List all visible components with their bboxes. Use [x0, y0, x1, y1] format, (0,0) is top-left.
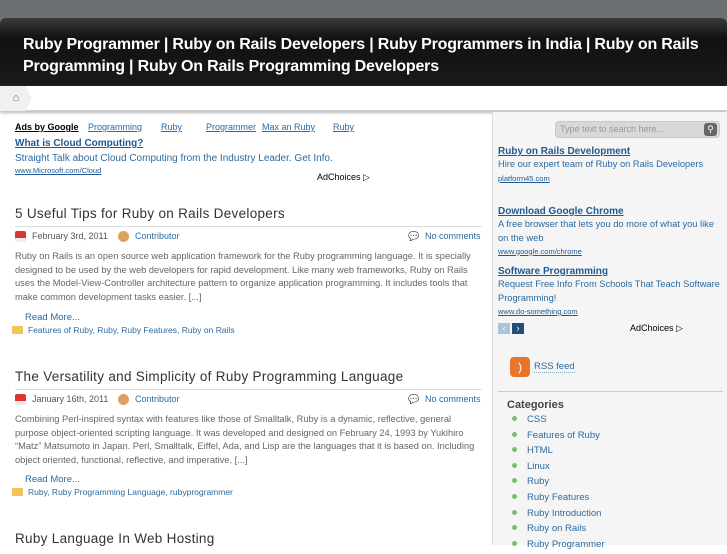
search-icon[interactable]: ⚲: [704, 123, 717, 136]
categories-list: CSS Features of Ruby HTML Linux Ruby Rub…: [512, 414, 605, 554]
ad-url[interactable]: www.google.com/chrome: [498, 247, 582, 256]
tag-links[interactable]: Features of Ruby, Ruby, Ruby Features, R…: [28, 325, 235, 335]
author-link[interactable]: Contributor: [135, 394, 180, 404]
ad-title[interactable]: Download Google Chrome: [498, 206, 624, 217]
rss-feed-link[interactable]: RSS feed: [534, 361, 575, 373]
category-item[interactable]: HTML: [512, 445, 605, 461]
comments-icon: 💬: [408, 231, 420, 241]
ad-url[interactable]: platform45.com: [498, 174, 550, 183]
main-content: Ads by Google Programming Ruby Programme…: [0, 112, 490, 546]
post-title[interactable]: 5 Useful Tips for Ruby on Rails Develope…: [15, 206, 285, 221]
post-tags: Features of Ruby, Ruby, Ruby Features, R…: [12, 325, 235, 335]
calendar-icon: [15, 394, 26, 407]
comments-link[interactable]: No comments: [425, 231, 481, 241]
category-item[interactable]: Ruby Features: [512, 492, 605, 508]
prev-arrow-icon[interactable]: ‹: [498, 323, 510, 334]
comments-icon: 💬: [408, 394, 420, 404]
author-icon: [118, 394, 129, 407]
divider: [498, 391, 723, 392]
author-icon: [118, 231, 129, 244]
search-input[interactable]: Type text to search here... ⚲: [555, 121, 720, 138]
ad-link[interactable]: Ruby: [161, 122, 182, 132]
site-title[interactable]: Ruby Programmer | Ruby on Rails Develope…: [23, 34, 713, 78]
post-meta: January 16th, 2011 Contributor 💬 No comm…: [15, 389, 482, 407]
post-date: February 3rd, 2011: [32, 231, 108, 241]
ad-title[interactable]: Ruby on Rails Development: [498, 146, 630, 157]
ad-url[interactable]: www.do-something.com: [498, 307, 578, 316]
sidebar: Type text to search here... ⚲ Ruby on Rai…: [492, 112, 727, 550]
read-more-link[interactable]: Read More...: [25, 312, 80, 323]
folder-icon: [12, 488, 23, 496]
ad-link[interactable]: Ruby: [333, 122, 354, 132]
folder-icon: [12, 326, 23, 334]
post-meta: February 3rd, 2011 Contributor 💬 No comm…: [15, 226, 482, 244]
category-item[interactable]: Ruby Programmer: [512, 539, 605, 554]
sidebar-ad: Download Google Chrome A free browser th…: [498, 205, 723, 258]
next-arrow-icon[interactable]: ›: [512, 323, 524, 334]
category-item[interactable]: Linux: [512, 461, 605, 477]
comments-link[interactable]: No comments: [425, 394, 481, 404]
author-link[interactable]: Contributor: [135, 231, 180, 241]
ads-by-google-label[interactable]: Ads by Google: [15, 122, 79, 132]
ad-title[interactable]: What is Cloud Computing?: [15, 138, 143, 149]
ad-link[interactable]: Programmer: [206, 122, 256, 132]
ad-title[interactable]: Software Programming: [498, 266, 608, 277]
ad-description: Hire our expert team of Ruby on Rails De…: [498, 159, 704, 170]
category-item[interactable]: Ruby Introduction: [512, 508, 605, 524]
read-more-link[interactable]: Read More...: [25, 474, 80, 485]
post-title[interactable]: The Versatility and Simplicity of Ruby P…: [15, 369, 403, 384]
post-excerpt: Ruby on Rails is an open source web appl…: [15, 251, 471, 302]
tag-links[interactable]: Ruby, Ruby Programming Language, rubypro…: [28, 487, 233, 497]
category-item[interactable]: CSS: [512, 414, 605, 430]
post-date: January 16th, 2011: [32, 394, 109, 404]
category-item[interactable]: Features of Ruby: [512, 430, 605, 446]
post-excerpt: Combining Perl-inspired syntax with feat…: [15, 414, 475, 465]
rss-icon[interactable]: ): [510, 357, 530, 377]
ad-description: A free browser that lets you do more of …: [498, 219, 715, 243]
category-item[interactable]: Ruby on Rails: [512, 523, 605, 539]
ad-link[interactable]: Max an Ruby: [262, 122, 315, 132]
adchoices[interactable]: AdChoices ▷: [630, 323, 683, 334]
calendar-icon: [15, 231, 26, 244]
categories-heading: Categories: [507, 399, 564, 411]
nav-bar: ⌂: [0, 86, 727, 111]
search-placeholder: Type text to search here...: [560, 124, 665, 134]
adchoices[interactable]: AdChoices ▷: [317, 172, 370, 183]
ad-link[interactable]: Programming: [88, 122, 142, 132]
post-tags: Ruby, Ruby Programming Language, rubypro…: [12, 487, 233, 497]
home-icon[interactable]: ⌂: [0, 86, 32, 111]
ad-description: Straight Talk about Cloud Computing from…: [15, 153, 333, 164]
post-title[interactable]: Ruby Language In Web Hosting: [15, 531, 215, 546]
site-header: Ruby Programmer | Ruby on Rails Develope…: [0, 18, 727, 86]
ad-url[interactable]: www.Microsoft.com/Cloud: [15, 166, 101, 175]
ad-description: Request Free Info From Schools That Teac…: [498, 279, 720, 303]
sidebar-ad: Software Programming Request Free Info F…: [498, 265, 723, 318]
sidebar-ad: Ruby on Rails Development Hire our exper…: [498, 145, 723, 185]
category-item[interactable]: Ruby: [512, 476, 605, 492]
